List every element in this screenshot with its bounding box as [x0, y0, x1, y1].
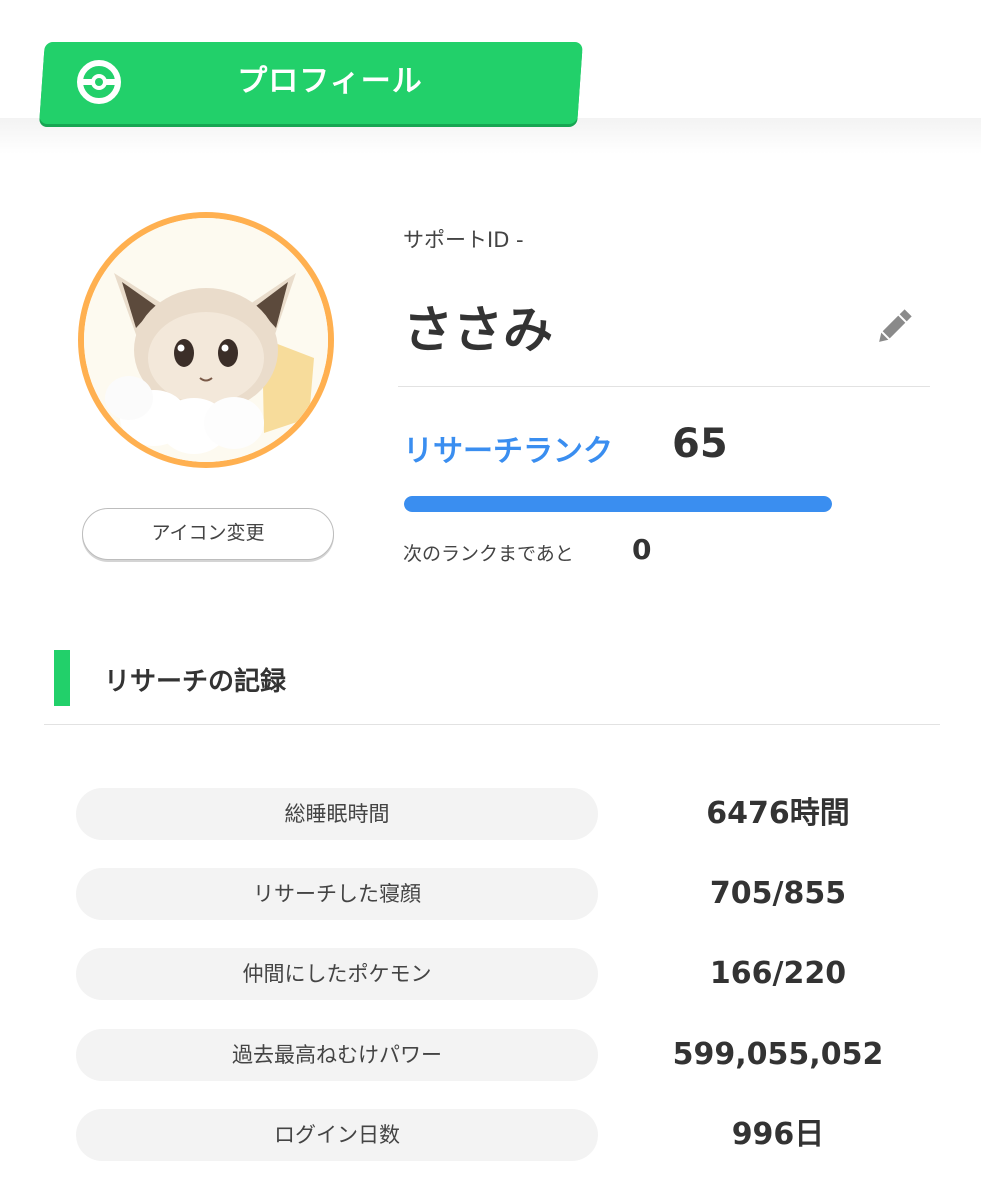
record-row: 総睡眠時間 6476時間: [76, 788, 936, 840]
change-icon-button[interactable]: アイコン変更: [82, 508, 334, 560]
rank-value: 65: [672, 421, 728, 467]
avatar[interactable]: [78, 212, 334, 468]
rank-label: リサーチランク: [403, 434, 613, 469]
next-rank-label: 次のランクまであと: [403, 543, 574, 565]
record-value: 996日: [731, 1117, 825, 1152]
player-name: ささみ: [403, 301, 553, 359]
profile-divider: [398, 386, 930, 387]
page-title: プロフィール: [237, 64, 423, 99]
support-id: サポートID -: [403, 228, 524, 252]
rank-progress-fill: [404, 496, 832, 512]
record-row: リサーチした寝顔 705/855: [76, 868, 936, 920]
record-label: リサーチした寝顔: [76, 868, 598, 920]
record-label: 過去最高ねむけパワー: [76, 1029, 598, 1081]
record-row: 過去最高ねむけパワー 599,055,052: [76, 1029, 936, 1081]
record-value: 599,055,052: [672, 1037, 884, 1072]
record-row: 仲間にしたポケモン 166/220: [76, 948, 936, 1000]
record-label: 総睡眠時間: [76, 788, 598, 840]
eevee-avatar-icon: [84, 218, 328, 462]
next-rank-value: 0: [632, 533, 652, 566]
pencil-icon[interactable]: [872, 305, 916, 349]
record-value: 705/855: [709, 876, 847, 911]
pokeball-icon: [77, 60, 121, 104]
section-accent-bar: [54, 650, 70, 706]
record-label: ログイン日数: [76, 1109, 598, 1161]
records-divider: [44, 724, 940, 725]
record-value: 6476時間: [706, 796, 850, 831]
records-section-title: リサーチの記録: [104, 667, 287, 697]
record-value: 166/220: [709, 956, 847, 991]
rank-progress-bar: [404, 496, 832, 512]
record-label: 仲間にしたポケモン: [76, 948, 598, 1000]
record-row: ログイン日数 996日: [76, 1109, 936, 1161]
